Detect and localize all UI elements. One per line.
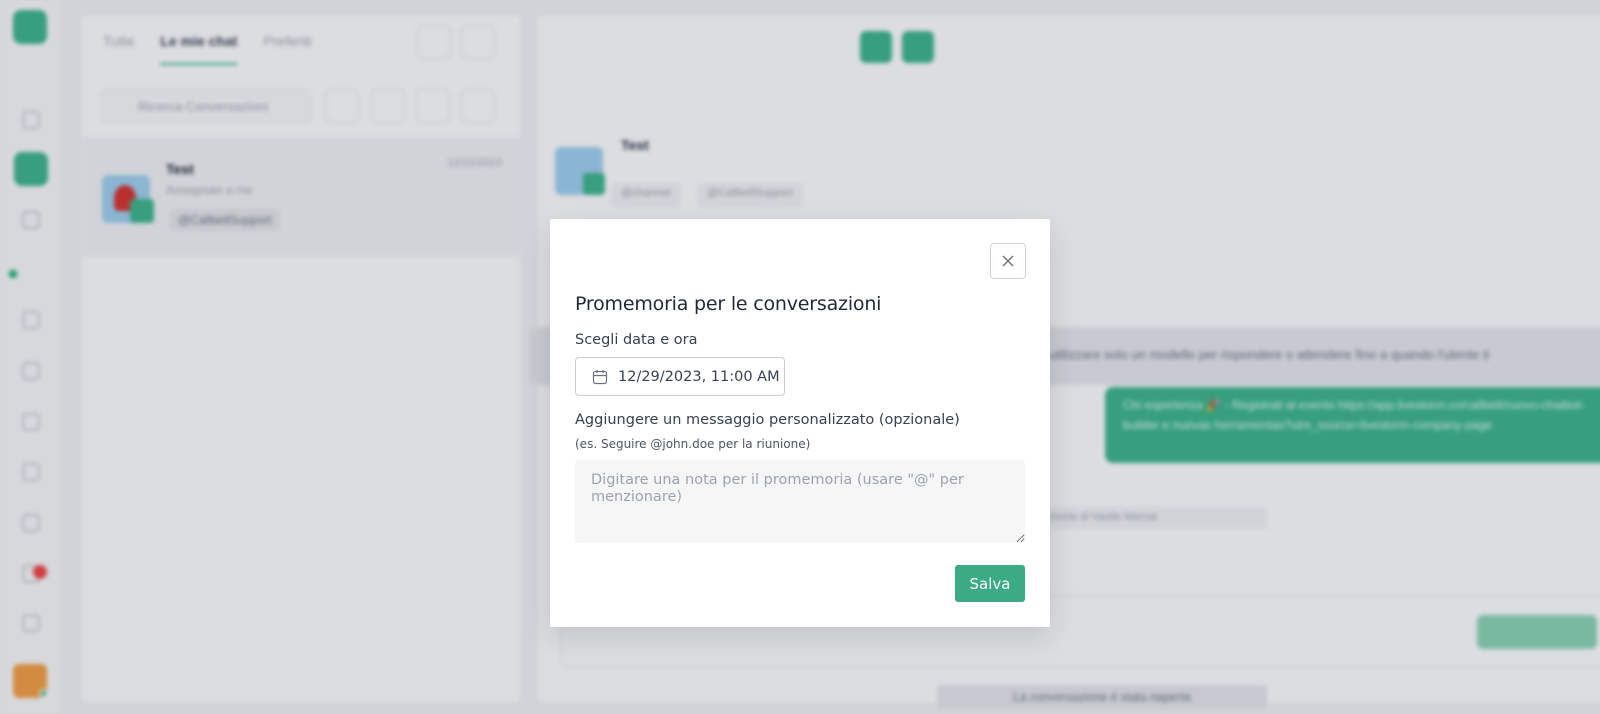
date-value: 12/29/2023, 11:00 AM — [618, 368, 780, 385]
message-label: Aggiungere un messaggio personalizzato (… — [575, 412, 960, 428]
calendar-icon — [592, 369, 608, 384]
reminder-modal: Promemoria per le conversazioni Scegli d… — [550, 219, 1050, 627]
reminder-note-textarea[interactable] — [575, 460, 1025, 543]
message-hint: (es. Seguire @john.doe per la riunione) — [575, 437, 811, 451]
close-icon — [1002, 255, 1014, 267]
date-label: Scegli data e ora — [575, 332, 698, 348]
modal-title: Promemoria per le conversazioni — [575, 293, 882, 315]
date-time-picker[interactable]: 12/29/2023, 11:00 AM — [575, 357, 785, 396]
save-button[interactable]: Salva — [955, 565, 1025, 602]
close-button[interactable] — [990, 243, 1026, 279]
